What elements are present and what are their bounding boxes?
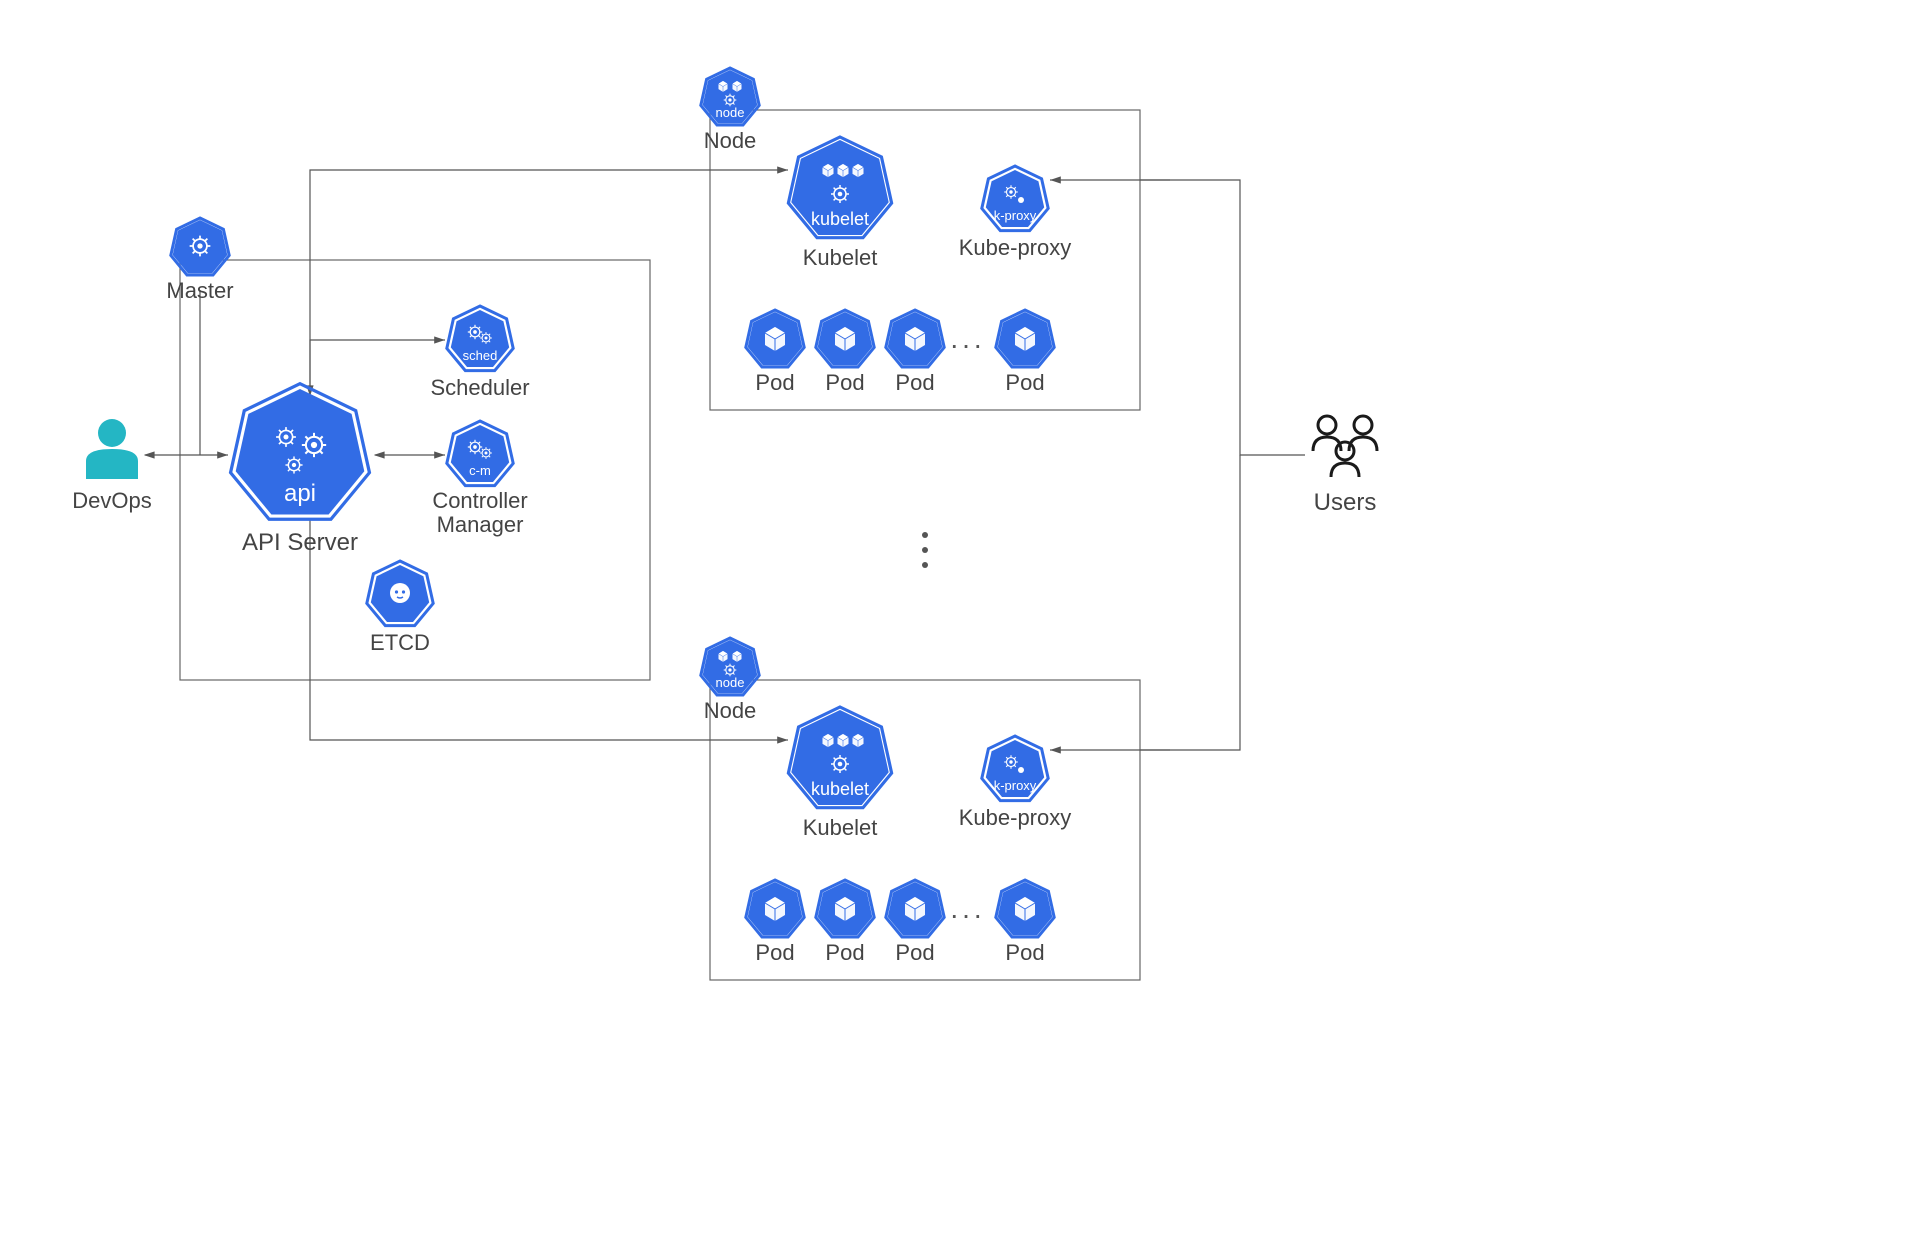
node1-kubeproxy-caption: Kube-proxy [959, 235, 1072, 260]
node2-kubelet-caption: Kubelet [803, 815, 878, 840]
svg-text:sched: sched [463, 348, 498, 363]
svg-text:c-m: c-m [469, 463, 491, 478]
svg-text:Pod: Pod [1005, 940, 1044, 965]
svg-text:node: node [716, 105, 745, 120]
node2-badge: node [701, 638, 759, 695]
node2-label: Node [704, 698, 757, 723]
api-server-icon: api [231, 384, 370, 520]
svg-text:kubelet: kubelet [811, 209, 869, 229]
svg-text:Pod: Pod [1005, 370, 1044, 395]
scheduler-caption: Scheduler [430, 375, 529, 400]
api-scheduler-link [310, 340, 445, 395]
etcd-caption: ETCD [370, 630, 430, 655]
master-label: Master [166, 278, 233, 303]
node1-kubeproxy-icon: k-proxy [982, 166, 1048, 231]
scheduler-icon: sched [447, 306, 513, 371]
svg-text:kubelet: kubelet [811, 779, 869, 799]
svg-text:Pod: Pod [825, 370, 864, 395]
etcd-icon [367, 561, 433, 626]
svg-text:...: ... [950, 323, 985, 354]
users-label: Users [1314, 489, 1377, 516]
node2-kubeproxy-icon: k-proxy [982, 736, 1048, 801]
api-kubelet1-link [310, 170, 788, 390]
svg-text:Pod: Pod [755, 370, 794, 395]
node1-kubelet-icon: kubelet [788, 137, 891, 238]
controller-manager-icon: c-m [447, 421, 513, 486]
api-server-caption: API Server [242, 529, 358, 556]
users-icon [1313, 416, 1377, 477]
svg-text:...: ... [950, 893, 985, 924]
devops-icon [86, 419, 138, 479]
svg-text:node: node [716, 675, 745, 690]
node2-kubeproxy-caption: Kube-proxy [959, 805, 1072, 830]
svg-text:api: api [284, 480, 316, 507]
node1-pods: Pod Pod Pod ... Pod [746, 310, 1054, 395]
node1-badge: node [701, 68, 759, 125]
svg-text:Pod: Pod [825, 940, 864, 965]
devops-label: DevOps [72, 488, 151, 513]
nodes-vellipsis [922, 532, 928, 568]
svg-text:Pod: Pod [895, 940, 934, 965]
node2-kubelet-icon: kubelet [788, 707, 891, 808]
master-badge [171, 218, 229, 275]
node2-pods: Pod Pod Pod ... Pod [746, 880, 1054, 965]
node1-label: Node [704, 128, 757, 153]
node2-users-link [1140, 455, 1240, 750]
node1-kubelet-caption: Kubelet [803, 245, 878, 270]
svg-text:Pod: Pod [755, 940, 794, 965]
svg-text:k-proxy: k-proxy [994, 208, 1037, 223]
svg-text:Pod: Pod [895, 370, 934, 395]
controller-caption-1: Controller [432, 488, 527, 513]
node1-users-link [1140, 180, 1305, 455]
controller-caption-2: Manager [437, 512, 524, 537]
svg-text:k-proxy: k-proxy [994, 778, 1037, 793]
